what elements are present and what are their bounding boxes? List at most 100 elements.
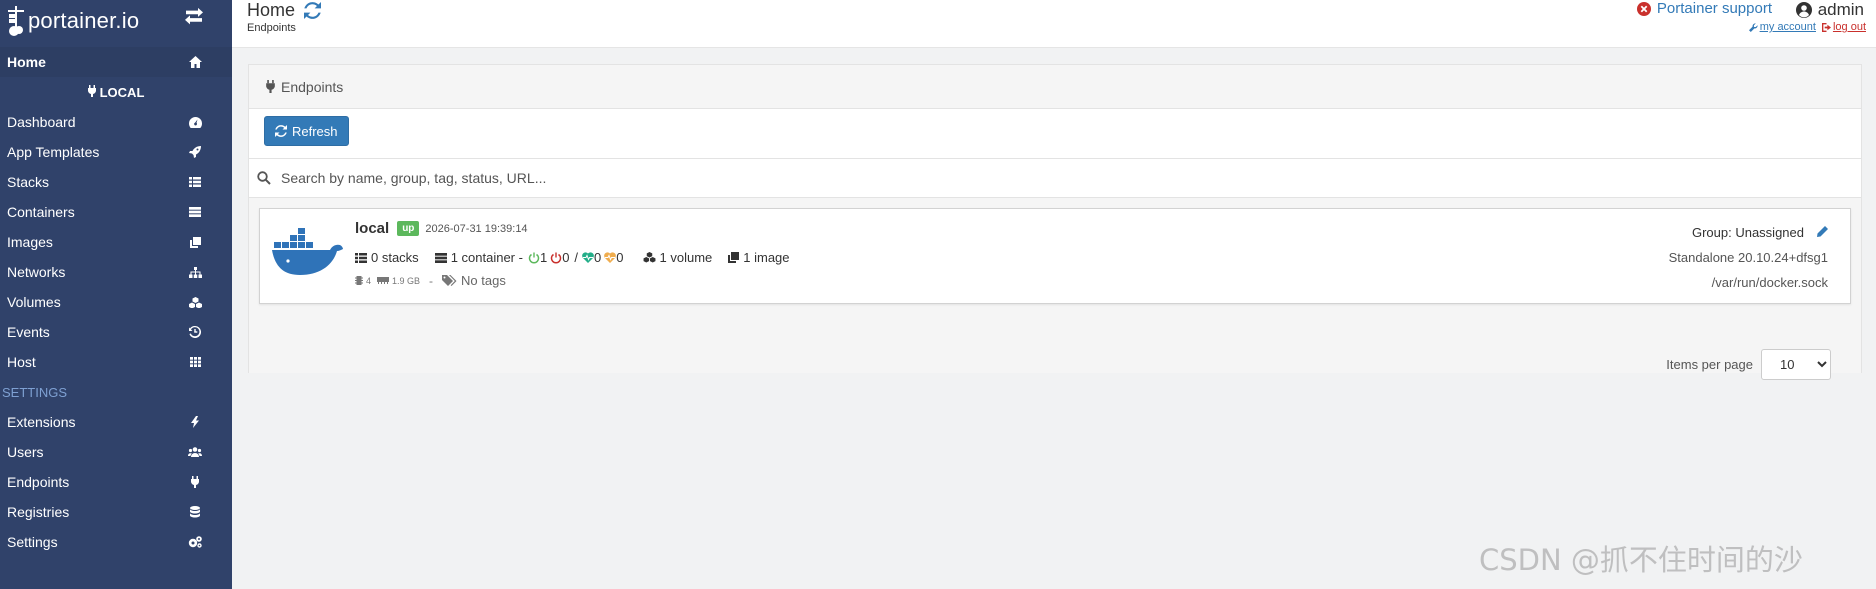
power-off-icon — [551, 252, 562, 263]
refresh-icon — [275, 125, 287, 137]
server-icon — [188, 205, 202, 219]
sidebar-item-label: Home — [7, 54, 46, 70]
toggle-sidebar-icon[interactable] — [184, 7, 206, 30]
sidebar-item-endpoints[interactable]: Endpoints — [0, 467, 232, 497]
th-icon — [188, 355, 202, 369]
plug-icon — [266, 80, 275, 93]
status-badge: up — [397, 221, 420, 236]
log-out-link[interactable]: log out — [1821, 21, 1866, 33]
stacks-label: 0 stacks — [371, 250, 419, 265]
microchip-icon — [355, 276, 363, 285]
sidebar-item-users[interactable]: Users — [0, 437, 232, 467]
cubes-icon — [643, 252, 656, 263]
containers-label: 1 container - — [450, 250, 523, 265]
pencil-icon[interactable] — [1816, 226, 1828, 238]
endpoint-tags: No tags — [442, 273, 506, 288]
cogs-icon — [188, 535, 202, 549]
running-value: 1 — [539, 250, 548, 265]
cpu-count: 4 — [366, 275, 372, 286]
my-account-link[interactable]: my account — [1748, 21, 1816, 33]
endpoint-url: /var/run/docker.sock — [1711, 274, 1828, 290]
search-input[interactable] — [281, 170, 881, 186]
sidebar-item-volumes[interactable]: Volumes — [0, 287, 232, 317]
stopped-count: 0 — [550, 250, 569, 265]
items-per-page-select[interactable]: 10 — [1761, 349, 1831, 380]
sidebar-endpoint-title: LOCAL — [0, 77, 232, 107]
pagination-controls: Items per page 10 — [1666, 349, 1831, 380]
sidebar-section-settings: SETTINGS — [0, 377, 232, 407]
wrench-icon — [1748, 22, 1758, 32]
th-list-icon — [188, 175, 202, 189]
sidebar-item-settings[interactable]: Settings — [0, 527, 232, 557]
unhealthy-value: 0 — [616, 250, 624, 265]
bolt-icon — [188, 415, 202, 429]
panel-toolbar: Refresh — [249, 109, 1861, 159]
sidebar-item-label: Containers — [7, 204, 75, 220]
sidebar-item-label: App Templates — [7, 144, 100, 160]
refresh-icon[interactable] — [304, 2, 322, 19]
endpoint-stats: 0 stacks 1 container - 1 0 / 0 0 1 volum… — [355, 250, 806, 265]
images-count: 1 image — [728, 250, 790, 265]
sidebar-item-host[interactable]: Host — [0, 347, 232, 377]
sidebar-item-dashboard[interactable]: Dashboard — [0, 107, 232, 137]
user-menu: admin — [1795, 0, 1864, 20]
sidebar-endpoint-label: LOCAL — [99, 84, 145, 100]
page-title: Home — [247, 0, 322, 21]
tags-icon — [442, 274, 457, 286]
sidebar-item-label: Endpoints — [7, 474, 70, 490]
th-list-icon — [355, 252, 367, 263]
status-separator: / — [574, 250, 579, 265]
sidebar-item-label: Users — [7, 444, 44, 460]
my-account-label: my account — [1759, 21, 1816, 33]
endpoint-item[interactable]: local up 2026-07-31 19:39:14 0 stacks 1 … — [259, 208, 1851, 304]
sidebar-item-home[interactable]: Home — [0, 47, 232, 77]
sidebar-item-extensions[interactable]: Extensions — [0, 407, 232, 437]
watermark: CSDN @抓不住时间的沙 — [1479, 543, 1803, 577]
memory-icon — [377, 277, 390, 284]
sidebar-item-label: Images — [7, 234, 53, 250]
group-label: Group: Unassigned — [1691, 224, 1804, 240]
endpoint-resources: 4 1.9 GB - No tags — [355, 273, 506, 288]
sidebar-item-networks[interactable]: Networks — [0, 257, 232, 287]
brand[interactable]: portainer.io — [0, 0, 232, 42]
endpoint-header: local up 2026-07-31 19:39:14 — [355, 220, 528, 237]
memory-value: 1.9 GB — [392, 275, 421, 286]
rocket-icon — [188, 145, 202, 159]
page-title-text: Home — [247, 0, 296, 20]
sidebar-item-stacks[interactable]: Stacks — [0, 167, 232, 197]
panel-heading: Endpoints — [249, 65, 1861, 109]
sidebar-item-label: Networks — [7, 264, 66, 280]
username: admin — [1817, 0, 1864, 19]
items-per-page-label: Items per page — [1666, 357, 1753, 372]
sidebar-item-label: Stacks — [7, 174, 50, 190]
sidebar-item-images[interactable]: Images — [0, 227, 232, 257]
sidebar-item-label: Host — [7, 354, 36, 370]
resources-separator: - — [429, 273, 434, 288]
sidebar-item-app-templates[interactable]: App Templates — [0, 137, 232, 167]
sidebar-item-containers[interactable]: Containers — [0, 197, 232, 227]
account-links: my account log out — [1748, 21, 1866, 33]
plug-icon — [188, 475, 202, 489]
power-off-icon — [528, 252, 540, 263]
sidebar-item-label: Events — [7, 324, 50, 340]
unhealthy-count: 0 — [604, 250, 624, 265]
sidebar-item-label: Settings — [7, 534, 58, 550]
sidebar-item-registries[interactable]: Registries — [0, 497, 232, 527]
heartbeat-icon — [582, 252, 594, 263]
volumes-label: 1 volume — [659, 250, 713, 265]
refresh-button[interactable]: Refresh — [264, 116, 349, 146]
endpoint-version: Standalone 20.10.24+dfsg1 — [1668, 249, 1828, 265]
times-circle-icon — [1636, 1, 1651, 16]
portainer-support-link[interactable]: Portainer support — [1636, 0, 1772, 17]
clone-icon — [188, 235, 202, 249]
sidebar-section-label: SETTINGS — [2, 384, 68, 400]
sidebar-item-events[interactable]: Events — [0, 317, 232, 347]
healthy-count: 0 — [582, 250, 601, 265]
stopped-value: 0 — [562, 250, 570, 265]
stacks-count: 0 stacks — [355, 250, 419, 265]
endpoint-list: local up 2026-07-31 19:39:14 0 stacks 1 … — [249, 198, 1861, 373]
log-out-label: log out — [1832, 21, 1866, 33]
sidebar-item-label: Registries — [7, 504, 70, 520]
breadcrumb: Endpoints — [247, 22, 296, 34]
sidebar-item-label: Dashboard — [7, 114, 76, 130]
